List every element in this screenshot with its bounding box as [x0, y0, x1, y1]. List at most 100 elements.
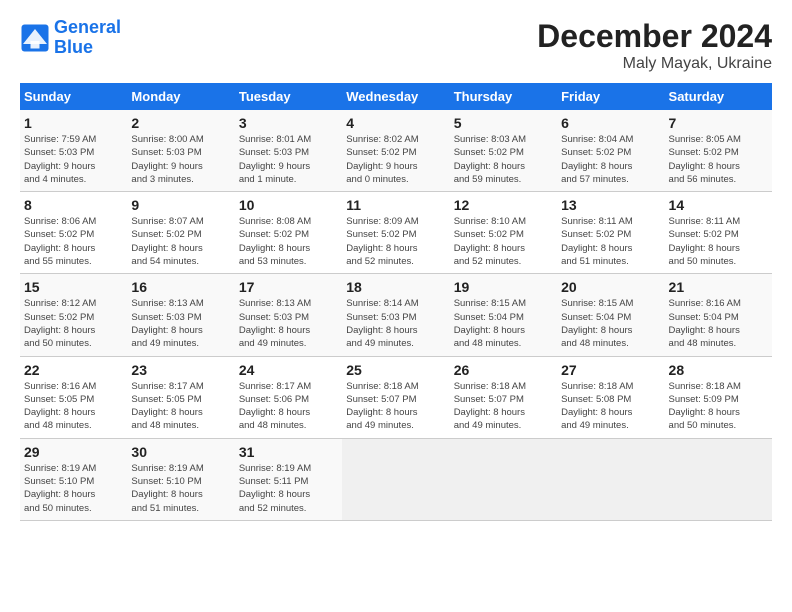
day-header-tuesday: Tuesday	[235, 83, 342, 110]
day-detail: Sunrise: 8:18 AM Sunset: 5:07 PM Dayligh…	[346, 380, 445, 433]
day-number: 29	[24, 444, 123, 460]
day-number: 24	[239, 362, 338, 378]
day-detail: Sunrise: 8:15 AM Sunset: 5:04 PM Dayligh…	[561, 297, 660, 350]
day-number: 9	[131, 197, 230, 213]
day-detail: Sunrise: 8:13 AM Sunset: 5:03 PM Dayligh…	[239, 297, 338, 350]
day-header-saturday: Saturday	[665, 83, 772, 110]
header: General Blue December 2024 Maly Mayak, U…	[20, 18, 772, 73]
day-number: 31	[239, 444, 338, 460]
day-number: 11	[346, 197, 445, 213]
day-cell: 25 Sunrise: 8:18 AM Sunset: 5:07 PM Dayli…	[342, 356, 449, 438]
day-detail: Sunrise: 8:09 AM Sunset: 5:02 PM Dayligh…	[346, 215, 445, 268]
day-cell: 14 Sunrise: 8:11 AM Sunset: 5:02 PM Dayli…	[665, 192, 772, 274]
day-number: 4	[346, 115, 445, 131]
logo-icon	[20, 23, 50, 53]
day-cell: 24 Sunrise: 8:17 AM Sunset: 5:06 PM Dayli…	[235, 356, 342, 438]
day-number: 7	[669, 115, 768, 131]
title-block: December 2024 Maly Mayak, Ukraine	[537, 18, 772, 73]
page: General Blue December 2024 Maly Mayak, U…	[0, 0, 792, 531]
day-number: 12	[454, 197, 553, 213]
day-detail: Sunrise: 8:18 AM Sunset: 5:07 PM Dayligh…	[454, 380, 553, 433]
day-header-thursday: Thursday	[450, 83, 557, 110]
day-cell	[342, 438, 449, 520]
day-cell: 19 Sunrise: 8:15 AM Sunset: 5:04 PM Dayli…	[450, 274, 557, 356]
day-number: 25	[346, 362, 445, 378]
day-cell: 5Sunrise: 8:03 AM Sunset: 5:02 PM Daylig…	[450, 110, 557, 192]
day-number: 18	[346, 279, 445, 295]
day-detail: Sunrise: 8:12 AM Sunset: 5:02 PM Dayligh…	[24, 297, 123, 350]
day-detail: Sunrise: 8:16 AM Sunset: 5:05 PM Dayligh…	[24, 380, 123, 433]
day-cell: 30 Sunrise: 8:19 AM Sunset: 5:10 PM Dayli…	[127, 438, 234, 520]
day-cell: 16Sunrise: 8:13 AM Sunset: 5:03 PM Dayli…	[127, 274, 234, 356]
day-cell: 20 Sunrise: 8:15 AM Sunset: 5:04 PM Dayli…	[557, 274, 664, 356]
day-cell: 28Sunrise: 8:18 AM Sunset: 5:09 PM Dayli…	[665, 356, 772, 438]
day-cell: 22Sunrise: 8:16 AM Sunset: 5:05 PM Dayli…	[20, 356, 127, 438]
day-number: 8	[24, 197, 123, 213]
day-detail: Sunrise: 8:19 AM Sunset: 5:11 PM Dayligh…	[239, 462, 338, 515]
day-detail: Sunrise: 8:10 AM Sunset: 5:02 PM Dayligh…	[454, 215, 553, 268]
day-cell: 9 Sunrise: 8:07 AM Sunset: 5:02 PM Daylig…	[127, 192, 234, 274]
day-cell: 29 Sunrise: 8:19 AM Sunset: 5:10 PM Dayli…	[20, 438, 127, 520]
day-number: 1	[24, 115, 123, 131]
day-detail: Sunrise: 8:02 AM Sunset: 5:02 PM Dayligh…	[346, 133, 445, 186]
day-detail: Sunrise: 8:08 AM Sunset: 5:02 PM Dayligh…	[239, 215, 338, 268]
day-detail: Sunrise: 8:19 AM Sunset: 5:10 PM Dayligh…	[131, 462, 230, 515]
day-number: 13	[561, 197, 660, 213]
day-number: 2	[131, 115, 230, 131]
day-detail: Sunrise: 8:17 AM Sunset: 5:05 PM Dayligh…	[131, 380, 230, 433]
day-number: 30	[131, 444, 230, 460]
day-number: 17	[239, 279, 338, 295]
day-detail: Sunrise: 8:19 AM Sunset: 5:10 PM Dayligh…	[24, 462, 123, 515]
day-number: 16	[131, 279, 230, 295]
days-header-row: SundayMondayTuesdayWednesdayThursdayFrid…	[20, 83, 772, 110]
day-detail: Sunrise: 8:04 AM Sunset: 5:02 PM Dayligh…	[561, 133, 660, 186]
day-cell: 13Sunrise: 8:11 AM Sunset: 5:02 PM Dayli…	[557, 192, 664, 274]
day-cell	[665, 438, 772, 520]
day-cell: 26 Sunrise: 8:18 AM Sunset: 5:07 PM Dayli…	[450, 356, 557, 438]
day-detail: Sunrise: 8:07 AM Sunset: 5:02 PM Dayligh…	[131, 215, 230, 268]
day-number: 3	[239, 115, 338, 131]
day-cell: 31 Sunrise: 8:19 AM Sunset: 5:11 PM Dayli…	[235, 438, 342, 520]
week-row-5: 29 Sunrise: 8:19 AM Sunset: 5:10 PM Dayli…	[20, 438, 772, 520]
day-header-monday: Monday	[127, 83, 234, 110]
day-number: 19	[454, 279, 553, 295]
day-detail: Sunrise: 8:15 AM Sunset: 5:04 PM Dayligh…	[454, 297, 553, 350]
day-cell: 6Sunrise: 8:04 AM Sunset: 5:02 PM Daylig…	[557, 110, 664, 192]
day-header-sunday: Sunday	[20, 83, 127, 110]
day-cell: 7 Sunrise: 8:05 AM Sunset: 5:02 PM Daylig…	[665, 110, 772, 192]
day-cell: 18 Sunrise: 8:14 AM Sunset: 5:03 PM Dayli…	[342, 274, 449, 356]
day-detail: Sunrise: 8:05 AM Sunset: 5:02 PM Dayligh…	[669, 133, 768, 186]
week-row-2: 8Sunrise: 8:06 AM Sunset: 5:02 PM Daylig…	[20, 192, 772, 274]
day-cell: 11 Sunrise: 8:09 AM Sunset: 5:02 PM Dayli…	[342, 192, 449, 274]
day-cell: 17 Sunrise: 8:13 AM Sunset: 5:03 PM Dayli…	[235, 274, 342, 356]
day-cell: 2 Sunrise: 8:00 AM Sunset: 5:03 PM Daylig…	[127, 110, 234, 192]
calendar-subtitle: Maly Mayak, Ukraine	[537, 55, 772, 73]
day-detail: Sunrise: 8:03 AM Sunset: 5:02 PM Dayligh…	[454, 133, 553, 186]
day-cell	[450, 438, 557, 520]
day-number: 21	[669, 279, 768, 295]
logo-line1: General	[54, 17, 121, 37]
calendar-title: December 2024	[537, 18, 772, 55]
day-detail: Sunrise: 8:00 AM Sunset: 5:03 PM Dayligh…	[131, 133, 230, 186]
day-number: 27	[561, 362, 660, 378]
week-row-4: 22Sunrise: 8:16 AM Sunset: 5:05 PM Dayli…	[20, 356, 772, 438]
day-cell: 23Sunrise: 8:17 AM Sunset: 5:05 PM Dayli…	[127, 356, 234, 438]
day-number: 10	[239, 197, 338, 213]
day-detail: Sunrise: 8:16 AM Sunset: 5:04 PM Dayligh…	[669, 297, 768, 350]
day-header-wednesday: Wednesday	[342, 83, 449, 110]
day-header-friday: Friday	[557, 83, 664, 110]
day-detail: Sunrise: 8:14 AM Sunset: 5:03 PM Dayligh…	[346, 297, 445, 350]
day-number: 20	[561, 279, 660, 295]
day-number: 26	[454, 362, 553, 378]
logo: General Blue	[20, 18, 121, 58]
day-number: 15	[24, 279, 123, 295]
day-number: 14	[669, 197, 768, 213]
day-detail: Sunrise: 8:11 AM Sunset: 5:02 PM Dayligh…	[669, 215, 768, 268]
day-detail: Sunrise: 8:01 AM Sunset: 5:03 PM Dayligh…	[239, 133, 338, 186]
logo-line2: Blue	[54, 37, 93, 57]
day-number: 28	[669, 362, 768, 378]
week-row-3: 15 Sunrise: 8:12 AM Sunset: 5:02 PM Dayli…	[20, 274, 772, 356]
day-detail: Sunrise: 8:18 AM Sunset: 5:08 PM Dayligh…	[561, 380, 660, 433]
day-detail: Sunrise: 8:17 AM Sunset: 5:06 PM Dayligh…	[239, 380, 338, 433]
logo-text: General Blue	[54, 18, 121, 58]
